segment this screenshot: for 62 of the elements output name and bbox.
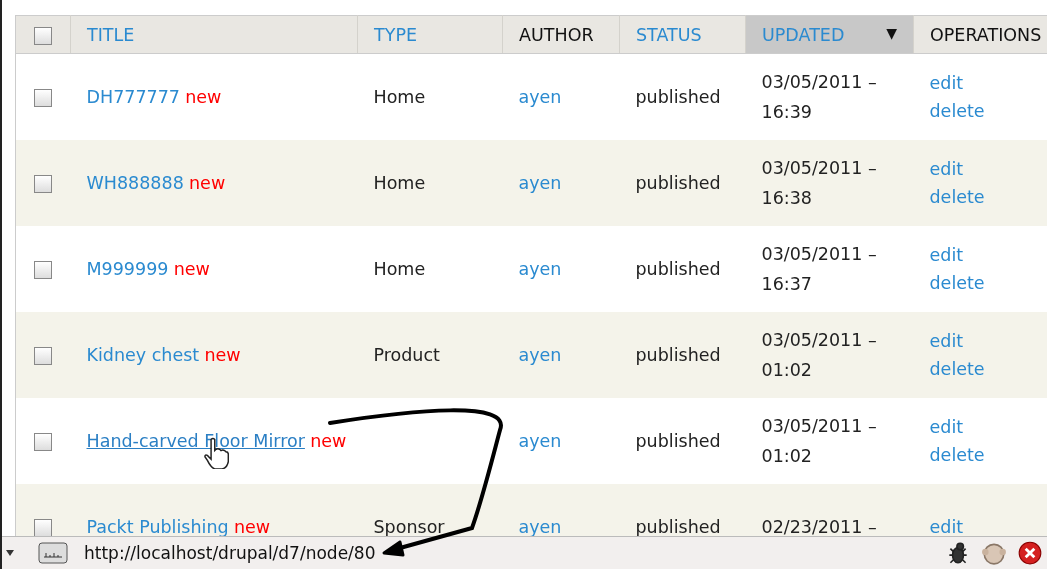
updated-text: 03/05/2011 – 16:38 — [761, 157, 878, 210]
row-checkbox[interactable] — [34, 89, 53, 107]
type-text: Home — [373, 259, 426, 279]
select-all-checkbox[interactable] — [34, 26, 52, 45]
column-header: OPERATIONS — [913, 15, 1047, 54]
new-marker: new — [204, 345, 241, 365]
author-link[interactable]: ayen — [518, 87, 562, 107]
status-text: published — [635, 431, 721, 451]
column-header[interactable]: UPDATED ▼ — [745, 15, 914, 54]
row-checkbox[interactable] — [34, 519, 53, 536]
new-marker: new — [233, 517, 271, 536]
title-link[interactable]: Packt Publishing — [86, 517, 229, 536]
operation-link[interactable]: edit — [929, 159, 1032, 179]
operation-link[interactable]: edit — [929, 73, 1032, 93]
status-text: published — [635, 173, 721, 193]
type-text: Product — [373, 345, 440, 365]
new-marker: new — [310, 431, 347, 451]
type-text: Home — [373, 173, 426, 193]
author-link[interactable]: ayen — [518, 431, 562, 451]
updated-text: 03/05/2011 – 01:02 — [761, 415, 878, 468]
updated-text: 03/05/2011 – 16:37 — [761, 243, 878, 296]
updated-text: 03/05/2011 – 16:39 — [761, 71, 878, 124]
operation-link[interactable]: delete — [929, 445, 1032, 465]
row-checkbox[interactable] — [34, 261, 53, 279]
title-link[interactable]: WH888888 — [86, 173, 184, 193]
row-checkbox[interactable] — [34, 347, 53, 365]
operation-link[interactable]: edit — [929, 245, 1032, 265]
updated-text: 02/23/2011 – — [761, 516, 878, 536]
column-header[interactable]: TYPE — [357, 15, 503, 54]
author-link[interactable]: ayen — [518, 259, 562, 279]
new-marker: new — [185, 87, 222, 107]
title-link[interactable]: Kidney chest — [86, 345, 200, 365]
ruler-icon[interactable] — [38, 542, 68, 564]
status-text: published — [635, 259, 721, 279]
status-text: published — [635, 345, 721, 365]
status-url: http://localhost/drupal/d7/node/80 — [84, 543, 376, 563]
status-text: published — [635, 517, 721, 536]
title-link[interactable]: DH777777 — [86, 87, 180, 107]
status-text: published — [635, 87, 721, 107]
operation-link[interactable]: delete — [929, 273, 1032, 293]
operation-link[interactable]: delete — [929, 101, 1032, 121]
close-icon[interactable] — [1017, 540, 1043, 566]
author-link[interactable]: ayen — [518, 345, 562, 365]
operation-link[interactable]: delete — [929, 359, 1032, 379]
operation-link[interactable]: edit — [929, 417, 1032, 437]
row-checkbox[interactable] — [34, 175, 53, 193]
dropdown-caret-icon[interactable] — [6, 550, 14, 556]
type-text: Sponsor — [373, 517, 445, 536]
row-checkbox[interactable] — [34, 433, 53, 451]
updated-text: 03/05/2011 – 01:02 — [761, 329, 878, 382]
operation-link[interactable]: delete — [929, 187, 1032, 207]
author-link[interactable]: ayen — [518, 517, 562, 536]
type-text: Home — [373, 87, 426, 107]
author-link[interactable]: ayen — [518, 173, 562, 193]
title-link[interactable]: Hand-carved Floor Mirror — [86, 431, 305, 451]
new-marker: new — [189, 173, 226, 193]
title-link[interactable]: M999999 — [86, 259, 169, 279]
column-header[interactable]: TITLE — [70, 15, 358, 54]
column-header: AUTHOR — [502, 15, 620, 54]
new-marker: new — [173, 259, 210, 279]
operation-link[interactable]: edit — [929, 331, 1032, 351]
column-header[interactable]: STATUS — [619, 15, 746, 54]
